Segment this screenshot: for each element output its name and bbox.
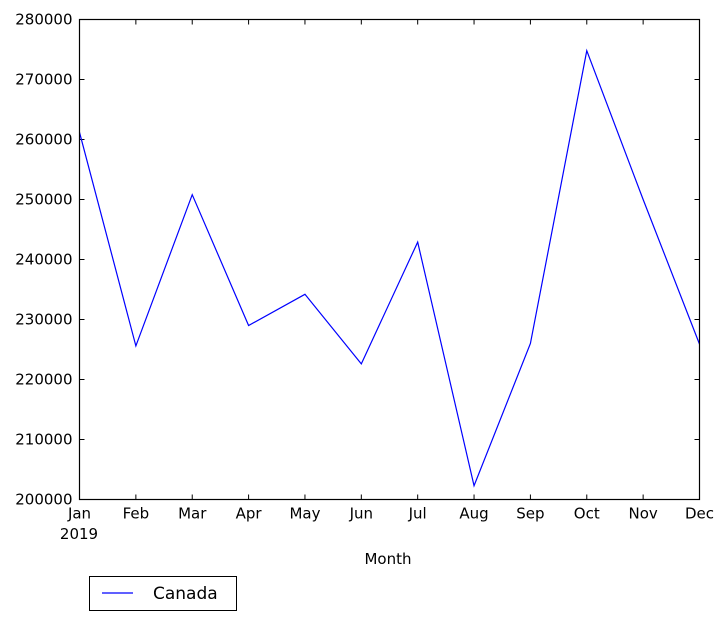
x-axis-sublabel: 2019 <box>60 525 98 543</box>
x-tick-label: Sep <box>516 505 544 523</box>
x-tick-label: Apr <box>236 505 263 523</box>
y-tick-label: 270000 <box>15 71 72 89</box>
legend-label-canada: Canada <box>153 584 218 604</box>
x-tick-label: Mar <box>178 505 207 523</box>
y-tick-label: 250000 <box>15 191 72 209</box>
x-tick-label: Nov <box>628 505 657 523</box>
y-tick-label: 220000 <box>15 371 72 389</box>
legend: Canada <box>89 576 237 611</box>
x-tick-label: Dec <box>685 505 714 523</box>
x-tick-label: Feb <box>123 505 150 523</box>
x-tick-label: Jun <box>349 505 373 523</box>
plot-frame <box>78 18 701 501</box>
x-tick-label: Jan <box>67 505 91 523</box>
y-tick-label: 240000 <box>15 251 72 269</box>
y-tick-label: 200000 <box>15 491 72 509</box>
x-axis-title: Month <box>364 550 411 568</box>
y-tick-label: 230000 <box>15 311 72 329</box>
line-chart: 200000 210000 220000 230000 240000 250000 2600… <box>15 11 714 611</box>
x-tick-label: Jul <box>408 505 427 523</box>
y-tick-label: 280000 <box>15 11 72 29</box>
series-line-canada <box>78 48 701 488</box>
series-layer <box>78 48 701 488</box>
y-tick-label: 260000 <box>15 131 72 149</box>
x-tick-label: Oct <box>574 505 600 523</box>
x-tick-label: Aug <box>459 505 488 523</box>
y-tick-label: 210000 <box>15 431 72 449</box>
x-tick-label: May <box>289 505 320 523</box>
y-axis-ticks: 200000 210000 220000 230000 240000 250000 2600… <box>15 11 700 509</box>
